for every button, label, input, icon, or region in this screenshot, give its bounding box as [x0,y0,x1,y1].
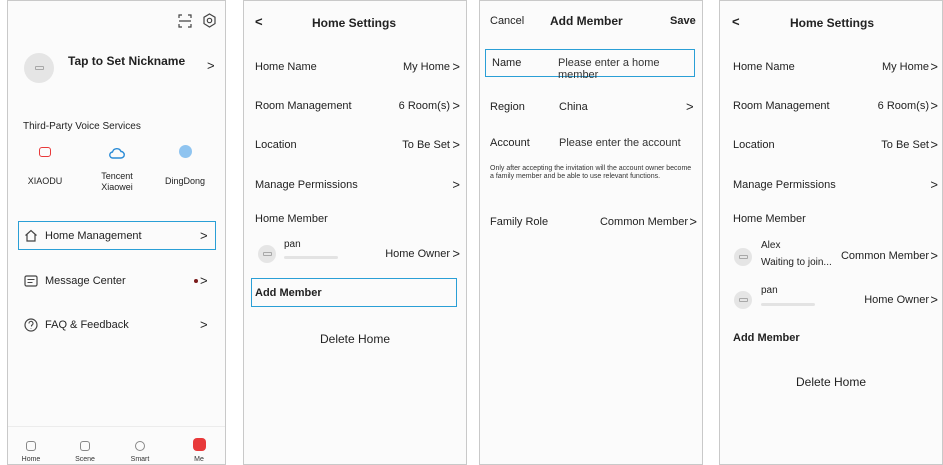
name-label: Name [492,57,522,69]
menu-message-center[interactable]: Message Center [45,275,126,287]
back-icon[interactable]: < [255,14,263,29]
region-label: Region [490,101,525,113]
tab-home[interactable]: Home [11,456,51,463]
manage-permissions-label[interactable]: Manage Permissions [255,179,358,191]
chevron-right-icon: > [930,177,938,192]
family-role-value[interactable]: Common Member [600,216,688,228]
member-role[interactable]: Home Owner [385,248,450,260]
smart-tab-icon[interactable] [135,441,145,451]
dingdong-icon[interactable] [179,145,192,158]
settings-icon[interactable] [202,13,217,28]
room-management-label[interactable]: Room Management [733,100,830,112]
member-avatar [734,248,752,266]
voice-services-title: Third-Party Voice Services [23,121,141,132]
tab-me[interactable]: Me [179,456,219,463]
add-member-screen: Cancel Add Member Save Name Please enter… [479,0,703,465]
family-role-label: Family Role [490,216,549,228]
delete-home-button[interactable]: Delete Home [720,375,942,389]
tab-smart[interactable]: Smart [120,456,160,463]
account-label: Account [490,137,530,149]
menu-faq-feedback[interactable]: FAQ & Feedback [45,319,129,331]
voice-label-tencent[interactable]: Tencent Xiaowei [87,171,147,193]
avatar[interactable] [24,53,54,83]
xiaodu-icon[interactable] [39,147,51,157]
help-icon [24,318,38,332]
invitation-note: Only after accepting the invitation will… [490,165,692,180]
home-name-value[interactable]: My Home [403,61,450,73]
scan-icon[interactable] [178,14,192,28]
chevron-right-icon: > [452,98,460,113]
chevron-right-icon: > [686,99,694,114]
chevron-right-icon: > [452,137,460,152]
tab-scene[interactable]: Scene [65,456,105,463]
account-input[interactable]: Please enter the account [559,137,681,149]
chevron-right-icon: > [452,246,460,261]
home-name-label[interactable]: Home Name [733,61,795,73]
location-value[interactable]: To Be Set [402,139,450,151]
page-title: Add Member [550,14,623,28]
member-avatar [734,291,752,309]
tencent-xiaowei-icon[interactable] [109,147,125,159]
member-name: Alex [761,240,781,251]
home-name-value[interactable]: My Home [882,61,929,73]
tabbar-divider [8,426,225,427]
member-name: pan [284,239,301,250]
chevron-right-icon: > [930,248,938,263]
delete-home-button[interactable]: Delete Home [244,332,466,346]
chevron-right-icon: > [689,214,697,229]
home-icon [25,229,37,242]
region-value[interactable]: China [559,101,588,113]
member-role[interactable]: Home Owner [864,294,929,306]
nickname-label[interactable]: Tap to Set Nickname [68,54,185,68]
location-label[interactable]: Location [733,139,775,151]
room-management-value[interactable]: 6 Room(s) [878,100,929,112]
voice-label-dingdong[interactable]: DingDong [155,176,215,187]
chevron-right-icon: > [930,292,938,307]
member-name: pan [761,285,778,296]
location-value[interactable]: To Be Set [881,139,929,151]
add-member-button[interactable]: Add Member [733,332,800,344]
chevron-right-icon: > [930,137,938,152]
home-member-header: Home Member [255,213,328,225]
home-settings-screen: < Home Settings Home Name My Home > Room… [243,0,467,465]
menu-home-management[interactable]: Home Management [45,230,142,242]
home-name-label[interactable]: Home Name [255,61,317,73]
chevron-right-icon: > [452,59,460,74]
chevron-right-icon: > [452,177,460,192]
voice-label-xiaodu[interactable]: XIAODU [15,176,75,187]
member-status: Waiting to join... [761,257,832,268]
back-icon[interactable]: < [732,14,740,29]
member-avatar [258,245,276,263]
chevron-right-icon: > [930,98,938,113]
cancel-button[interactable]: Cancel [490,15,524,27]
chevron-right-icon: > [200,273,208,288]
me-tab-icon[interactable] [193,438,206,451]
home-tab-icon[interactable] [26,441,36,451]
message-icon [24,275,38,287]
add-member-button[interactable]: Add Member [255,287,322,299]
location-label[interactable]: Location [255,139,297,151]
me-screen: Tap to Set Nickname > Third-Party Voice … [7,0,226,465]
home-settings-pending-screen: < Home Settings Home Name My Home > Room… [719,0,943,465]
save-button[interactable]: Save [670,15,696,27]
member-role[interactable]: Common Member [841,250,929,262]
name-input[interactable]: Please enter a home member [558,57,702,81]
manage-permissions-label[interactable]: Manage Permissions [733,179,836,191]
room-management-label[interactable]: Room Management [255,100,352,112]
chevron-right-icon: > [207,58,215,73]
member-account-redacted [761,303,815,306]
unread-dot [194,279,198,283]
page-title: Home Settings [790,16,875,30]
home-member-header: Home Member [733,213,806,225]
chevron-right-icon: > [930,59,938,74]
page-title: Home Settings [312,16,397,30]
chevron-right-icon: > [200,317,208,332]
chevron-right-icon: > [200,228,208,243]
scene-tab-icon[interactable] [80,441,90,451]
room-management-value[interactable]: 6 Room(s) [399,100,450,112]
member-account-redacted [284,256,338,259]
